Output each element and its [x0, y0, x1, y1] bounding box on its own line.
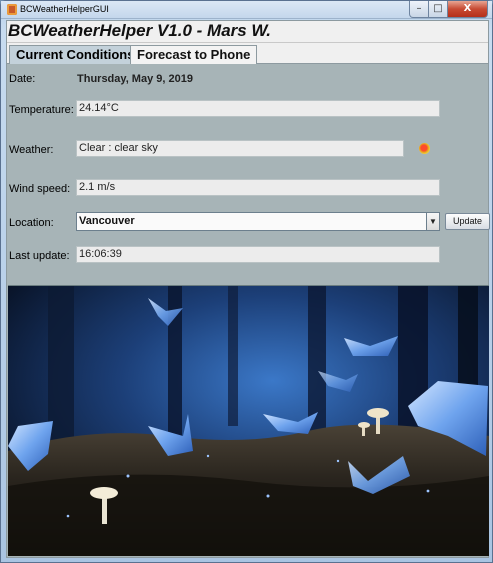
chevron-down-icon[interactable]: ▼	[426, 213, 439, 230]
tab-current-conditions[interactable]: Current Conditions	[9, 45, 142, 65]
tab-forecast-to-phone[interactable]: Forecast to Phone	[130, 45, 258, 64]
forest-butterflies-image	[8, 285, 489, 556]
date-label: Date:	[9, 73, 36, 85]
java-app-icon	[7, 4, 17, 15]
app-window: BCWeatherHelperGUI – □ X BCWeatherHelper…	[0, 0, 493, 563]
close-button[interactable]: X	[448, 1, 488, 18]
last-update-field[interactable]: 16:06:39	[76, 246, 440, 263]
temperature-field[interactable]: 24.14°C	[76, 100, 440, 117]
minimize-button[interactable]: –	[409, 1, 429, 18]
current-conditions-panel: Date: Thursday, May 9, 2019 Temperature:…	[7, 64, 490, 557]
header-bar: BCWeatherHelper V1.0 - Mars W.	[7, 21, 488, 43]
update-button[interactable]: Update	[445, 213, 490, 230]
location-select[interactable]: Vancouver ▼	[76, 212, 440, 231]
wind-speed-label: Wind speed:	[9, 183, 71, 195]
maximize-button[interactable]: □	[429, 1, 448, 18]
wind-speed-field[interactable]: 2.1 m/s	[76, 179, 440, 196]
tab-strip: Current Conditions Forecast to Phone	[7, 43, 488, 65]
weather-field[interactable]: Clear : clear sky	[76, 140, 404, 157]
window-title: BCWeatherHelperGUI	[20, 4, 109, 14]
location-label: Location:	[9, 217, 54, 229]
temperature-label: Temperature:	[9, 104, 74, 116]
location-selected-value: Vancouver	[79, 215, 135, 227]
window-controls: – □ X	[409, 1, 488, 18]
weather-label: Weather:	[9, 144, 54, 156]
last-update-label: Last update:	[9, 250, 70, 262]
title-bar[interactable]: BCWeatherHelperGUI – □ X	[1, 1, 492, 19]
date-value: Thursday, May 9, 2019	[77, 73, 193, 85]
app-heading: BCWeatherHelper V1.0 - Mars W.	[8, 21, 271, 40]
window-content: BCWeatherHelper V1.0 - Mars W. Current C…	[6, 20, 490, 558]
sun-icon	[419, 143, 430, 154]
